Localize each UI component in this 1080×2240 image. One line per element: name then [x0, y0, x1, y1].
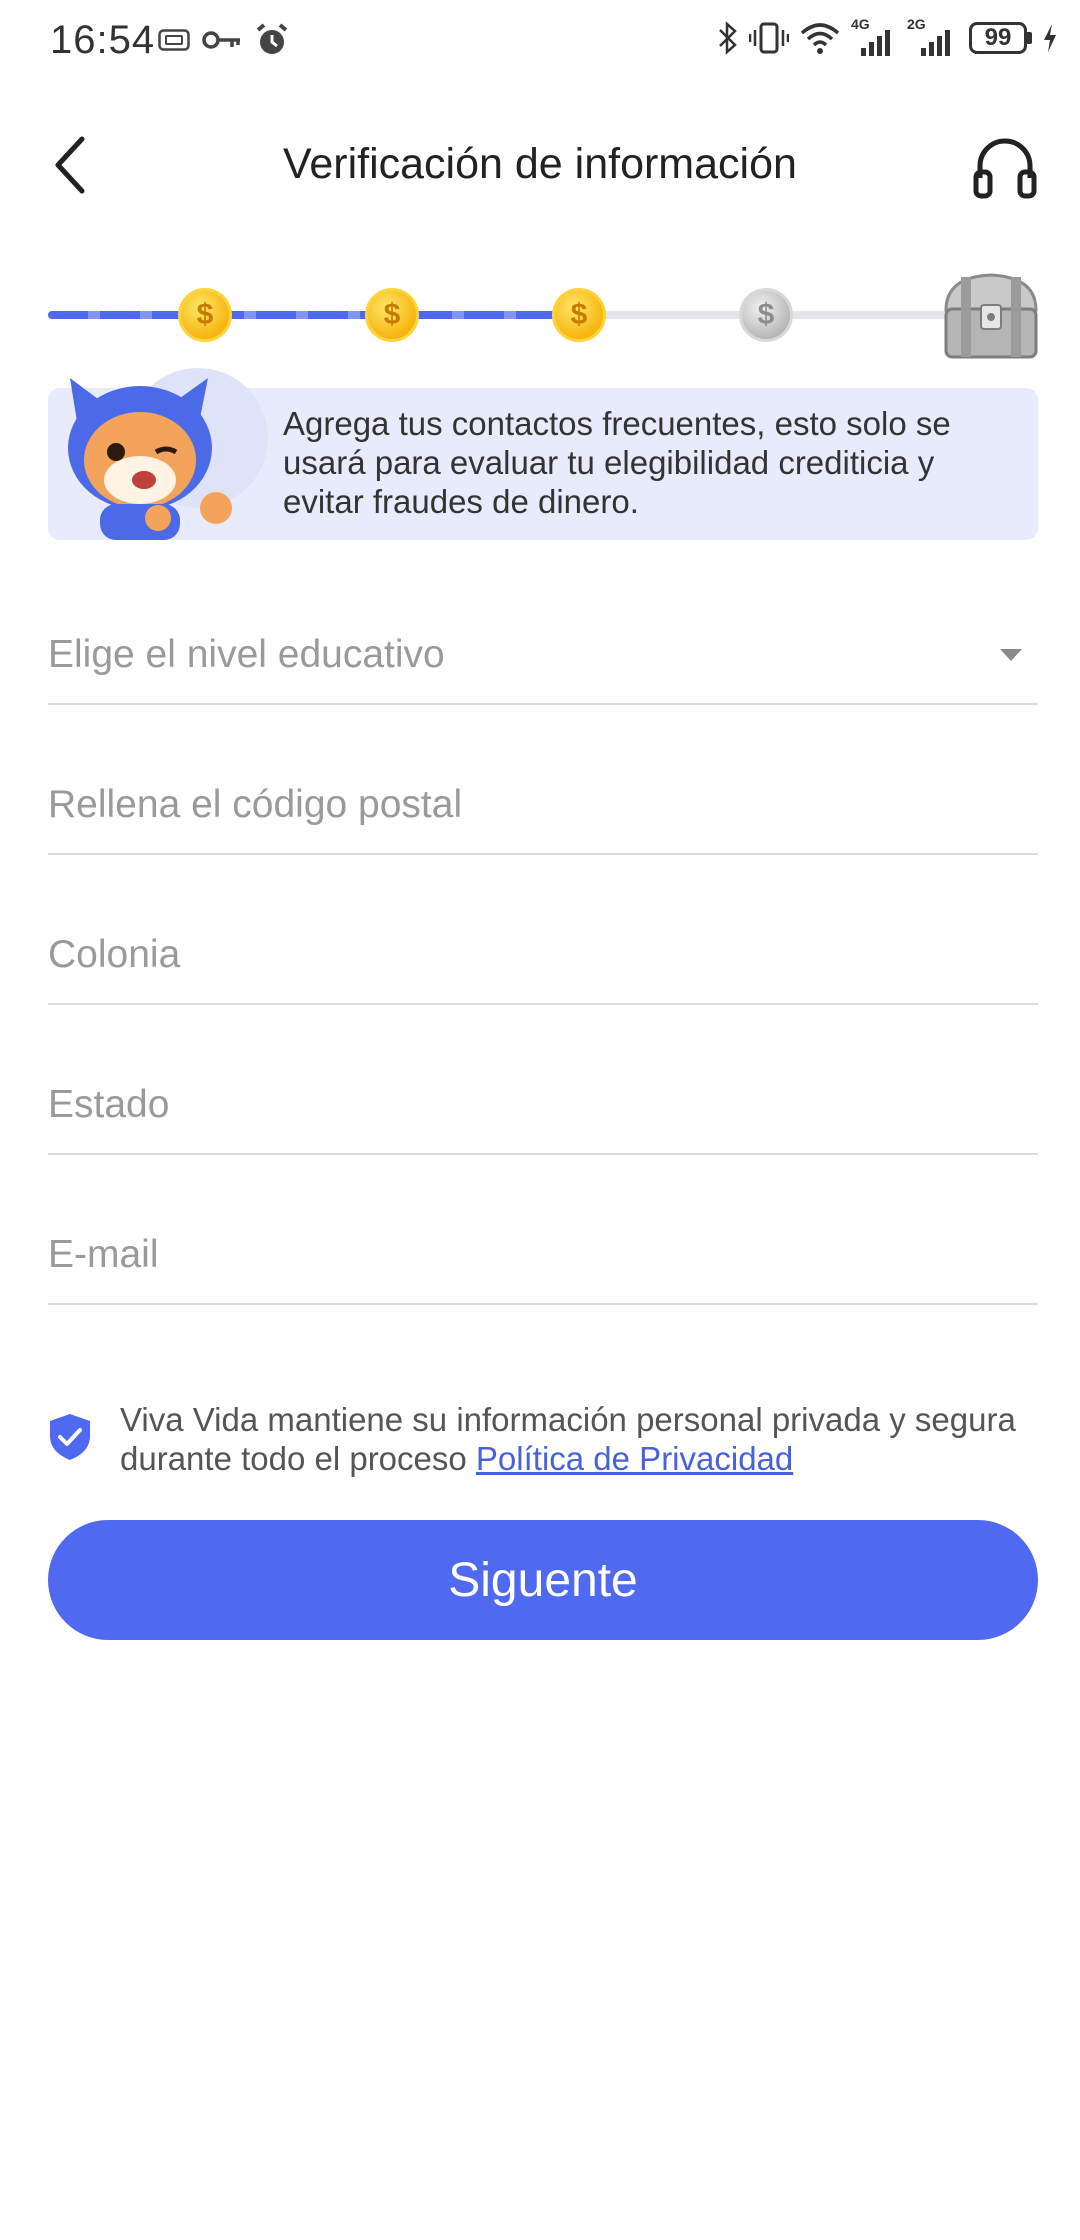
- shield-check-icon: [50, 1414, 90, 1460]
- page-title: Verificación de información: [283, 140, 797, 188]
- alarm-icon: [256, 23, 288, 54]
- support-button[interactable]: [970, 132, 1040, 202]
- treasure-chest-icon: [944, 273, 1038, 359]
- step-coin-4: $: [739, 288, 793, 342]
- status-left-icons: [158, 22, 290, 58]
- status-right-icons: 4G 2G 99: [717, 16, 1058, 56]
- step-coin-3: $: [552, 288, 606, 342]
- signal-4g-icon: 4G: [851, 16, 897, 56]
- mascot-illustration: [68, 368, 268, 540]
- progress-track-completed: [48, 311, 588, 319]
- battery-icon: 99: [969, 22, 1032, 54]
- step-coin-1: $: [178, 288, 232, 342]
- info-banner: Agrega tus contactos frecuentes, esto so…: [48, 368, 1038, 540]
- education-select[interactable]: Elige el nivel educativo: [48, 605, 1038, 705]
- email-input[interactable]: E-mail: [48, 1205, 1038, 1305]
- email-placeholder: E-mail: [48, 1233, 159, 1276]
- postal-code-input[interactable]: Rellena el código postal: [48, 755, 1038, 855]
- battery-tip: [1027, 32, 1032, 44]
- status-time: 16:54: [50, 18, 156, 62]
- progress-tracker: $ $ $ $: [48, 265, 1038, 375]
- privacy-text-block: Viva Vida mantiene su información person…: [120, 1400, 1020, 1478]
- next-button[interactable]: Siguente: [48, 1520, 1038, 1640]
- coin-symbol: $: [196, 298, 214, 331]
- banner-text: Agrega tus contactos frecuentes, esto so…: [283, 405, 951, 520]
- headphones-icon: [973, 138, 1037, 199]
- colonia-placeholder: Colonia: [48, 933, 181, 976]
- coin-symbol: $: [570, 298, 588, 331]
- bluetooth-icon: [719, 21, 737, 55]
- battery-level: 99: [969, 22, 1027, 54]
- estado-placeholder: Estado: [48, 1083, 170, 1126]
- step-coin-2: $: [365, 288, 419, 342]
- key-icon: [202, 31, 240, 49]
- privacy-policy-link[interactable]: Política de Privacidad: [476, 1440, 793, 1477]
- coin-symbol: $: [757, 298, 775, 331]
- estado-input[interactable]: Estado: [48, 1055, 1038, 1155]
- header: Verificación de información: [0, 110, 1080, 220]
- dropdown-arrow-icon: [1000, 649, 1022, 661]
- charging-icon: [1044, 24, 1056, 52]
- status-bar: 16:54 4G 2G 99: [0, 0, 1080, 80]
- postal-code-placeholder: Rellena el código postal: [48, 783, 463, 826]
- sim-card-icon: [158, 29, 190, 51]
- colonia-input[interactable]: Colonia: [48, 905, 1038, 1005]
- vibrate-icon: [749, 22, 789, 54]
- signal-2g-icon: 2G: [907, 16, 959, 56]
- coin-symbol: $: [383, 298, 401, 331]
- wifi-icon: [800, 23, 840, 54]
- education-placeholder: Elige el nivel educativo: [48, 633, 445, 676]
